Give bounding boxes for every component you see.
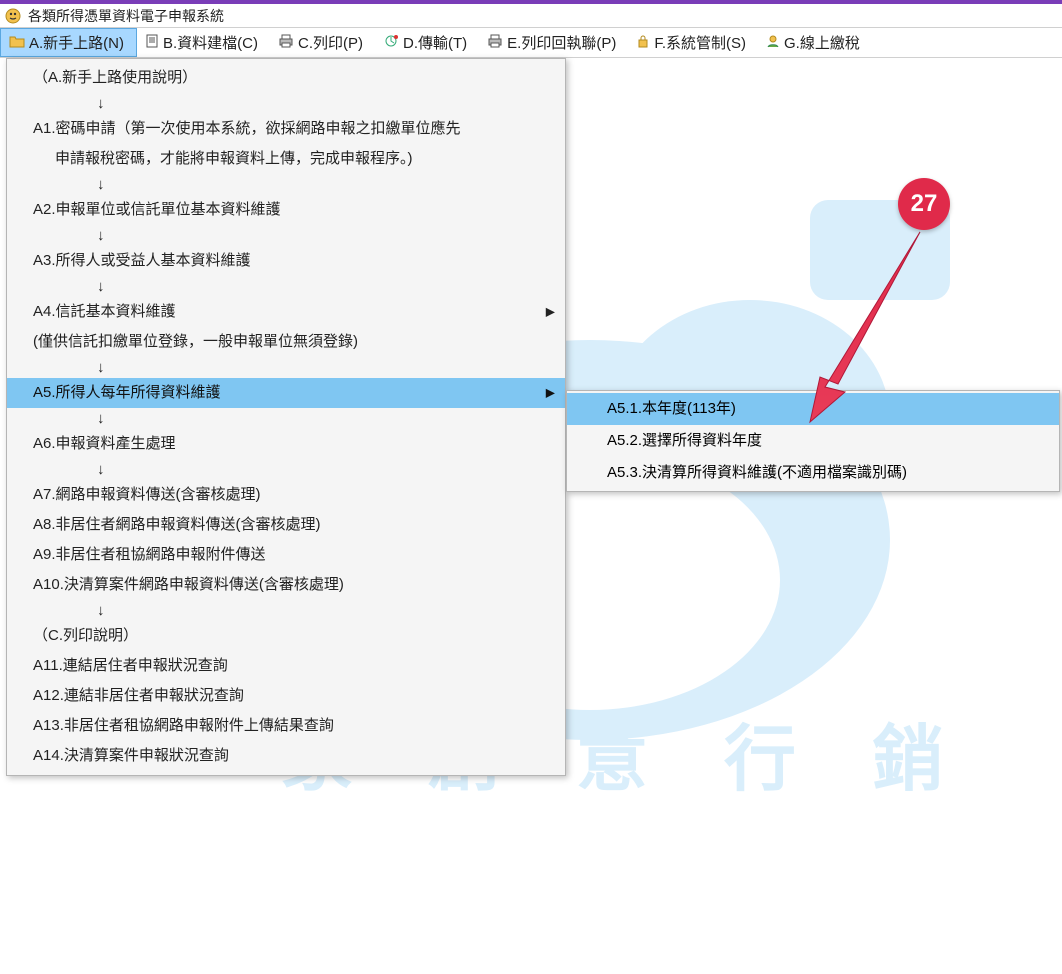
lock-icon	[636, 34, 650, 52]
menu-f[interactable]: F.系統管制(S)	[628, 28, 758, 57]
dropdown-item-12[interactable]: A5.所得人每年所得資料維護▶	[7, 378, 565, 408]
flow-down-arrow: ↓	[7, 93, 565, 114]
app-icon	[4, 7, 22, 25]
menu-c[interactable]: C.列印(P)	[270, 28, 375, 57]
dropdown-item-9[interactable]: A4.信託基本資料維護▶	[7, 297, 565, 327]
menu-b-label: B.資料建檔(C)	[163, 32, 258, 53]
dropdown-item-3[interactable]: 申請報稅密碼，才能將申報資料上傳，完成申報程序。)	[7, 144, 565, 174]
flow-down-arrow: ↓	[7, 276, 565, 297]
dropdown-item-24[interactable]: A13.非居住者租協網路申報附件上傳結果查詢	[7, 711, 565, 741]
dropdown-item-2[interactable]: A1.密碼申請（第一次使用本系統，欲採網路申報之扣繳單位應先	[7, 114, 565, 144]
dropdown-item-0[interactable]: （A.新手上路使用說明）	[7, 63, 565, 93]
printer-icon	[278, 34, 294, 52]
flow-down-arrow: ↓	[7, 600, 565, 621]
flow-down-arrow: ↓	[7, 459, 565, 480]
printer-icon	[487, 34, 503, 52]
dropdown-item-7[interactable]: A3.所得人或受益人基本資料維護	[7, 246, 565, 276]
flow-down-arrow: ↓	[7, 225, 565, 246]
window-titlebar: 各類所得憑單資料電子申報系統	[0, 0, 1062, 28]
submenu-item-1[interactable]: A5.2.選擇所得資料年度	[567, 425, 1059, 457]
dropdown-item-21[interactable]: （C.列印說明）	[7, 621, 565, 651]
dropdown-menu-a: （A.新手上路使用說明）↓A1.密碼申請（第一次使用本系統，欲採網路申報之扣繳單…	[6, 58, 566, 776]
menu-a[interactable]: A.新手上路(N)	[0, 28, 137, 57]
dropdown-item-23[interactable]: A12.連結非居住者申報狀況查詢	[7, 681, 565, 711]
user-icon	[766, 34, 780, 52]
window-title: 各類所得憑單資料電子申報系統	[28, 6, 224, 26]
dropdown-item-5[interactable]: A2.申報單位或信託單位基本資料維護	[7, 195, 565, 225]
flow-down-arrow: ↓	[7, 357, 565, 378]
document-icon	[145, 34, 159, 52]
menu-e[interactable]: E.列印回執聯(P)	[479, 28, 628, 57]
menubar: A.新手上路(N) B.資料建檔(C) C.列印(P) D.傳輸(T) E.列印…	[0, 28, 1062, 58]
callout-number: 27	[911, 190, 938, 218]
submenu-item-2[interactable]: A5.3.決清算所得資料維護(不適用檔案識別碼)	[567, 457, 1059, 489]
menu-g-label: G.線上繳稅	[784, 32, 860, 53]
dropdown-item-17[interactable]: A8.非居住者網路申報資料傳送(含審核處理)	[7, 510, 565, 540]
dropdown-item-19[interactable]: A10.決清算案件網路申報資料傳送(含審核處理)	[7, 570, 565, 600]
menu-a-label: A.新手上路(N)	[29, 32, 124, 53]
submenu-a5: A5.1.本年度(113年)A5.2.選擇所得資料年度A5.3.決清算所得資料維…	[566, 390, 1060, 492]
callout-badge: 27	[898, 178, 950, 230]
dropdown-item-18[interactable]: A9.非居住者租協網路申報附件傳送	[7, 540, 565, 570]
menu-c-label: C.列印(P)	[298, 32, 363, 53]
flow-down-arrow: ↓	[7, 408, 565, 429]
transfer-icon	[383, 34, 399, 52]
dropdown-item-22[interactable]: A11.連結居住者申報狀況查詢	[7, 651, 565, 681]
chevron-right-icon: ▶	[546, 302, 555, 321]
chevron-right-icon: ▶	[546, 383, 555, 402]
dropdown-item-25[interactable]: A14.決清算案件申報狀況查詢	[7, 741, 565, 771]
menu-b[interactable]: B.資料建檔(C)	[137, 28, 270, 57]
dropdown-item-14[interactable]: A6.申報資料產生處理	[7, 429, 565, 459]
flow-down-arrow: ↓	[7, 174, 565, 195]
menu-f-label: F.系統管制(S)	[654, 32, 746, 53]
menu-e-label: E.列印回執聯(P)	[507, 32, 616, 53]
folder-open-icon	[9, 34, 25, 52]
dropdown-item-16[interactable]: A7.網路申報資料傳送(含審核處理)	[7, 480, 565, 510]
menu-d-label: D.傳輸(T)	[403, 32, 467, 53]
dropdown-item-10[interactable]: (僅供信託扣繳單位登錄，一般申報單位無須登錄)	[7, 327, 565, 357]
menu-g[interactable]: G.線上繳稅	[758, 28, 872, 57]
menu-d[interactable]: D.傳輸(T)	[375, 28, 479, 57]
submenu-item-0[interactable]: A5.1.本年度(113年)	[567, 393, 1059, 425]
